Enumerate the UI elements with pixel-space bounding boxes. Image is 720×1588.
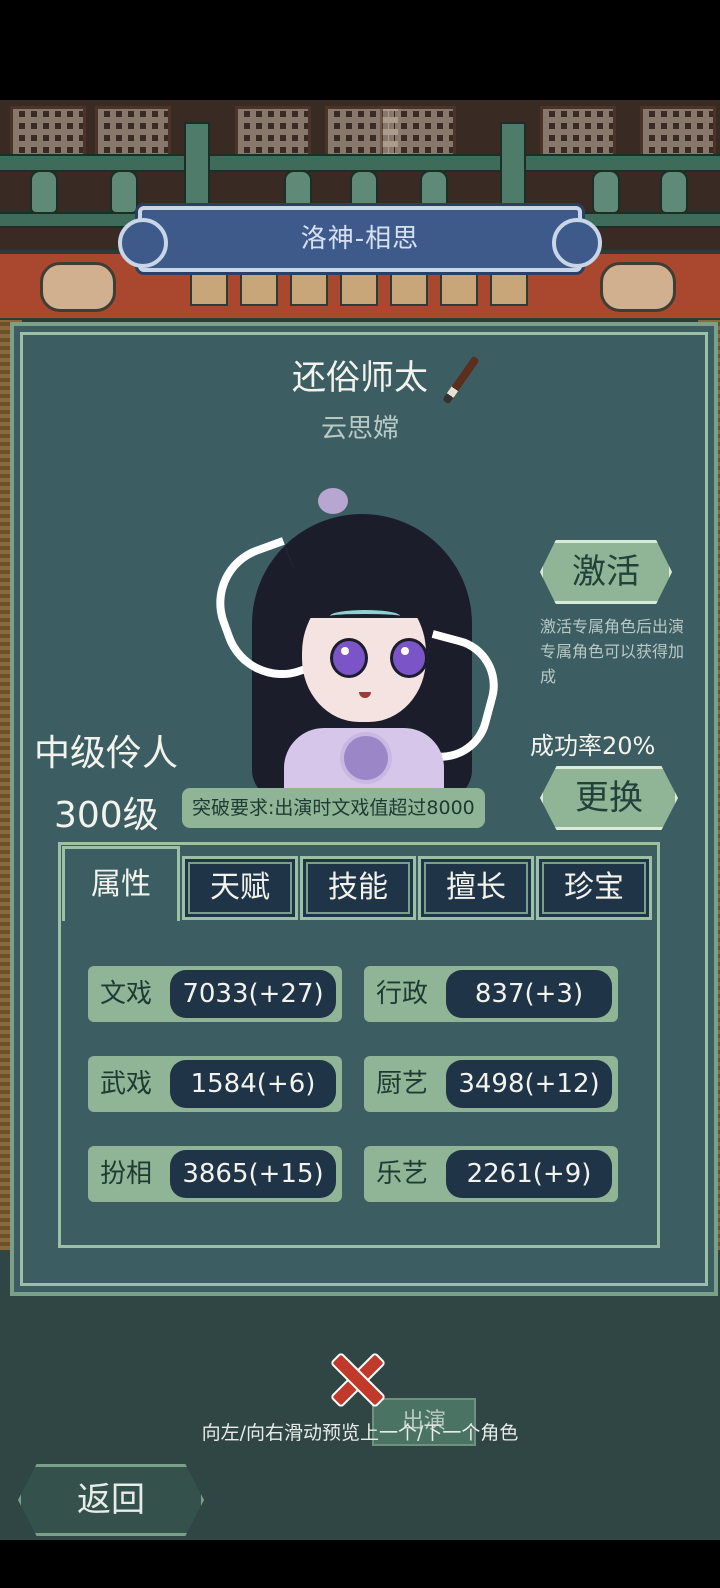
stats-grid: 文戏 7033(+27) 行政 837(+3) 武戏 1584(+6) 厨艺 3…	[62, 926, 652, 1238]
stat-value: 7033(+27)	[170, 970, 336, 1018]
title-banner: 洛神-相思	[118, 206, 602, 272]
stat-value: 3865(+15)	[170, 1150, 336, 1198]
success-rate: 成功率20%	[530, 732, 656, 760]
stat-value: 2261(+9)	[446, 1150, 612, 1198]
rank-label: 中级伶人	[34, 733, 179, 774]
stat-value: 3498(+12)	[446, 1060, 612, 1108]
level-label: 300级	[54, 795, 159, 836]
stat-label: 武戏	[100, 1069, 153, 1099]
tab-treasure[interactable]: 珍宝	[536, 856, 652, 920]
back-button[interactable]: 返回	[18, 1464, 204, 1536]
game-scene: 洛神-相思 还俗师太 云思嫦 激活 激活专属角色后出演专属角色可以获得加成 成功…	[0, 100, 720, 1540]
tab-talent[interactable]: 天赋	[182, 856, 298, 920]
stat-row: 扮相 3865(+15)	[88, 1146, 342, 1202]
status-bar	[0, 0, 720, 100]
stat-row: 乐艺 2261(+9)	[364, 1146, 618, 1202]
stat-value: 1584(+6)	[170, 1060, 336, 1108]
stat-row: 文戏 7033(+27)	[88, 966, 342, 1022]
close-icon[interactable]	[330, 1352, 382, 1404]
activate-button[interactable]: 激活	[540, 540, 672, 604]
banner-title: 洛神-相思	[300, 224, 420, 254]
character-portrait	[199, 488, 509, 800]
stat-row: 厨艺 3498(+12)	[364, 1056, 618, 1112]
stat-value: 837(+3)	[446, 970, 612, 1018]
stat-label: 厨艺	[376, 1069, 429, 1099]
tab-attributes[interactable]: 属性	[62, 846, 180, 921]
navigation-bar	[0, 1540, 720, 1588]
tab-specialty[interactable]: 擅长	[418, 856, 534, 920]
change-button[interactable]: 更换	[540, 766, 678, 830]
stat-row: 行政 837(+3)	[364, 966, 618, 1022]
tab-skills[interactable]: 技能	[300, 856, 416, 920]
breakthrough-requirement: 突破要求:出演时文戏值超过8000	[182, 788, 485, 828]
stat-label: 扮相	[100, 1159, 153, 1189]
stat-label: 文戏	[100, 979, 153, 1009]
character-name: 云思嫦	[320, 414, 399, 444]
stat-label: 乐艺	[376, 1159, 429, 1189]
activate-note: 激活专属角色后出演专属角色可以获得加成	[540, 617, 685, 686]
stat-row: 武戏 1584(+6)	[88, 1056, 342, 1112]
character-title: 还俗师太	[292, 358, 428, 398]
swipe-hint: 向左/向右滑动预览上一个/下一个角色	[201, 1422, 519, 1444]
stat-label: 行政	[376, 979, 429, 1009]
